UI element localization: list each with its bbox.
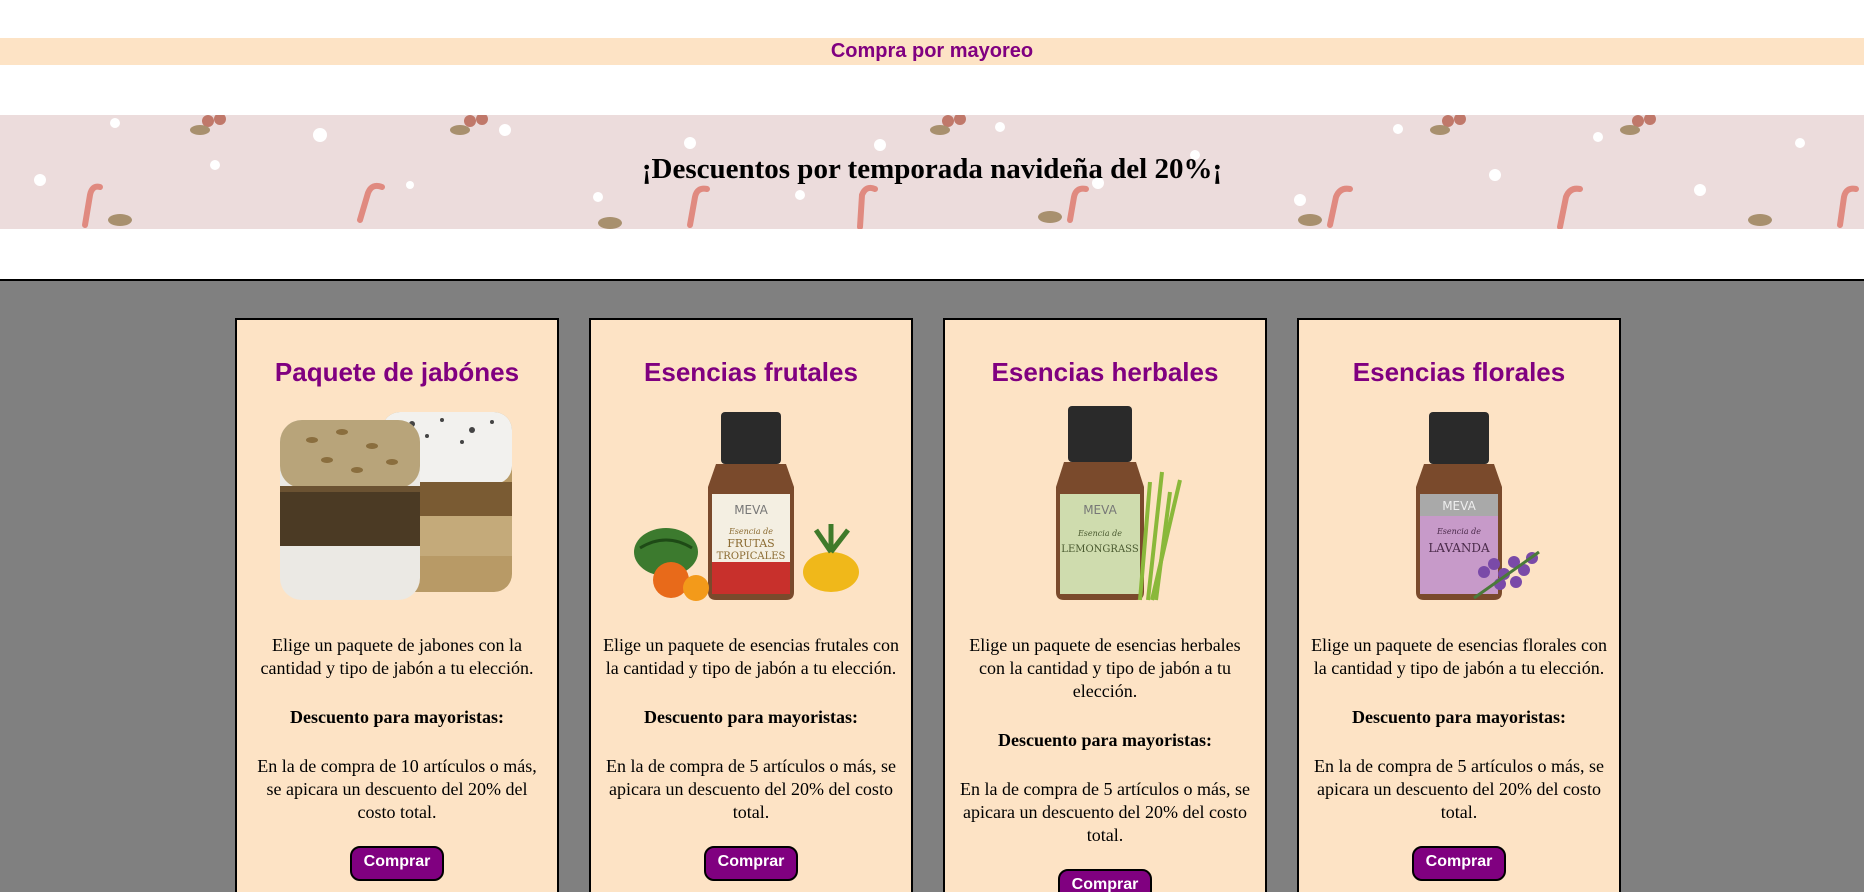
discount-text: En la de compra de 5 artículos o más, se… bbox=[960, 779, 1250, 845]
fruit-essence-bottle-image: MEVA Esencia de FRUTAS TROPICALES bbox=[626, 402, 876, 602]
discount-text: En la de compra de 10 artículos o más, s… bbox=[257, 756, 537, 822]
card-title: Paquete de jabónes bbox=[274, 357, 520, 387]
christmas-banner: ¡Descuentos por temporada navideña del 2… bbox=[0, 115, 1864, 229]
buy-button[interactable]: Comprar bbox=[1057, 869, 1153, 892]
product-card-herbal-essences: Esencias herbales MEVA Esencia de LEMONG… bbox=[943, 318, 1267, 892]
herbal-essence-bottle-image: MEVA Esencia de LEMONGRASS bbox=[980, 402, 1230, 602]
svg-text:Esencia de: Esencia de bbox=[728, 527, 773, 536]
card-title: Esencias frutales bbox=[644, 357, 858, 387]
product-card-floral-essences: Esencias florales MEVA Esencia de LAVAND… bbox=[1297, 318, 1621, 892]
buy-button[interactable]: Comprar bbox=[1411, 846, 1507, 881]
discount-text: En la de compra de 5 artículos o más, se… bbox=[1314, 756, 1604, 822]
svg-text:LEMONGRASS: LEMONGRASS bbox=[1061, 544, 1139, 555]
card-description: Elige un paquete de esencias herbales co… bbox=[969, 635, 1241, 701]
discount-header: Descuento para mayoristas: bbox=[1352, 707, 1566, 727]
soap-bars-image bbox=[272, 402, 522, 602]
svg-text:TROPICALES: TROPICALES bbox=[717, 551, 786, 562]
svg-text:MEVA: MEVA bbox=[734, 503, 768, 517]
svg-text:LAVANDA: LAVANDA bbox=[1428, 541, 1490, 555]
svg-text:FRUTAS: FRUTAS bbox=[727, 537, 774, 550]
card-description: Elige un paquete de jabones con la canti… bbox=[260, 635, 534, 678]
products-section: Paquete de jabónes Elige un paquete de j… bbox=[0, 279, 1864, 892]
card-description: Elige un paquete de esencias florales co… bbox=[1311, 635, 1607, 678]
discount-header: Descuento para mayoristas: bbox=[998, 730, 1212, 750]
svg-text:Esencia de: Esencia de bbox=[1436, 527, 1481, 536]
banner-title: ¡Descuentos por temporada navideña del 2… bbox=[641, 153, 1223, 185]
svg-text:MEVA: MEVA bbox=[1442, 499, 1476, 513]
floral-essence-bottle-image: MEVA Esencia de LAVANDA bbox=[1334, 402, 1584, 602]
product-card-fruit-essences: Esencias frutales MEVA Esencia de FRUTAS… bbox=[589, 318, 913, 892]
discount-header: Descuento para mayoristas: bbox=[290, 707, 504, 727]
buy-button[interactable]: Comprar bbox=[349, 846, 445, 881]
svg-text:Esencia de: Esencia de bbox=[1077, 529, 1122, 538]
card-title: Esencias herbales bbox=[991, 357, 1219, 387]
discount-header: Descuento para mayoristas: bbox=[644, 707, 858, 727]
wholesale-link[interactable]: Compra por mayoreo bbox=[831, 40, 1033, 62]
wholesale-bar: Compra por mayoreo bbox=[0, 38, 1864, 65]
product-card-soap-pack: Paquete de jabónes Elige un paquete de j… bbox=[235, 318, 559, 892]
card-title: Esencias florales bbox=[1352, 357, 1566, 387]
card-description: Elige un paquete de esencias frutales co… bbox=[603, 635, 899, 678]
buy-button[interactable]: Comprar bbox=[703, 846, 799, 881]
discount-text: En la de compra de 5 artículos o más, se… bbox=[606, 756, 896, 822]
svg-text:MEVA: MEVA bbox=[1083, 503, 1117, 517]
